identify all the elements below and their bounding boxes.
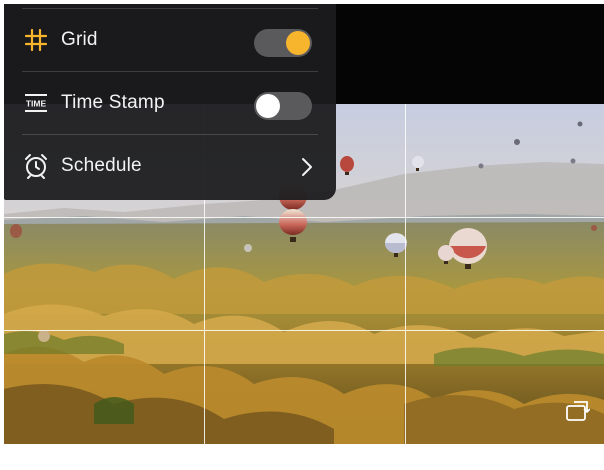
settings-panel: Grid TIME Time Stamp Schedule [4, 4, 336, 200]
grid-toggle-knob [286, 31, 310, 55]
grid-line-vertical-2 [405, 104, 406, 444]
grid-line-horizontal-2 [4, 330, 604, 331]
time-stamp-label: Time Stamp [61, 92, 165, 113]
schedule-label: Schedule [61, 155, 142, 176]
time-stamp-toggle-knob [256, 94, 280, 118]
alarm-clock-icon [22, 152, 50, 180]
chevron-right-icon [300, 157, 314, 177]
time-stamp-icon-text: TIME [26, 99, 47, 109]
bottom-area [0, 444, 604, 470]
setting-row-schedule[interactable]: Schedule [4, 135, 336, 198]
time-stamp-toggle[interactable] [254, 92, 312, 120]
time-stamp-icon: TIME [22, 89, 50, 117]
grid-line-horizontal-1 [4, 217, 604, 218]
grid-label: Grid [61, 29, 98, 50]
camera-switch-icon[interactable] [564, 398, 591, 424]
grid-toggle[interactable] [254, 29, 312, 57]
setting-row-grid[interactable]: Grid [4, 9, 336, 72]
setting-row-time-stamp[interactable]: TIME Time Stamp [4, 72, 336, 135]
grid-icon [22, 26, 50, 54]
app-frame: Grid TIME Time Stamp Schedule [0, 0, 604, 470]
